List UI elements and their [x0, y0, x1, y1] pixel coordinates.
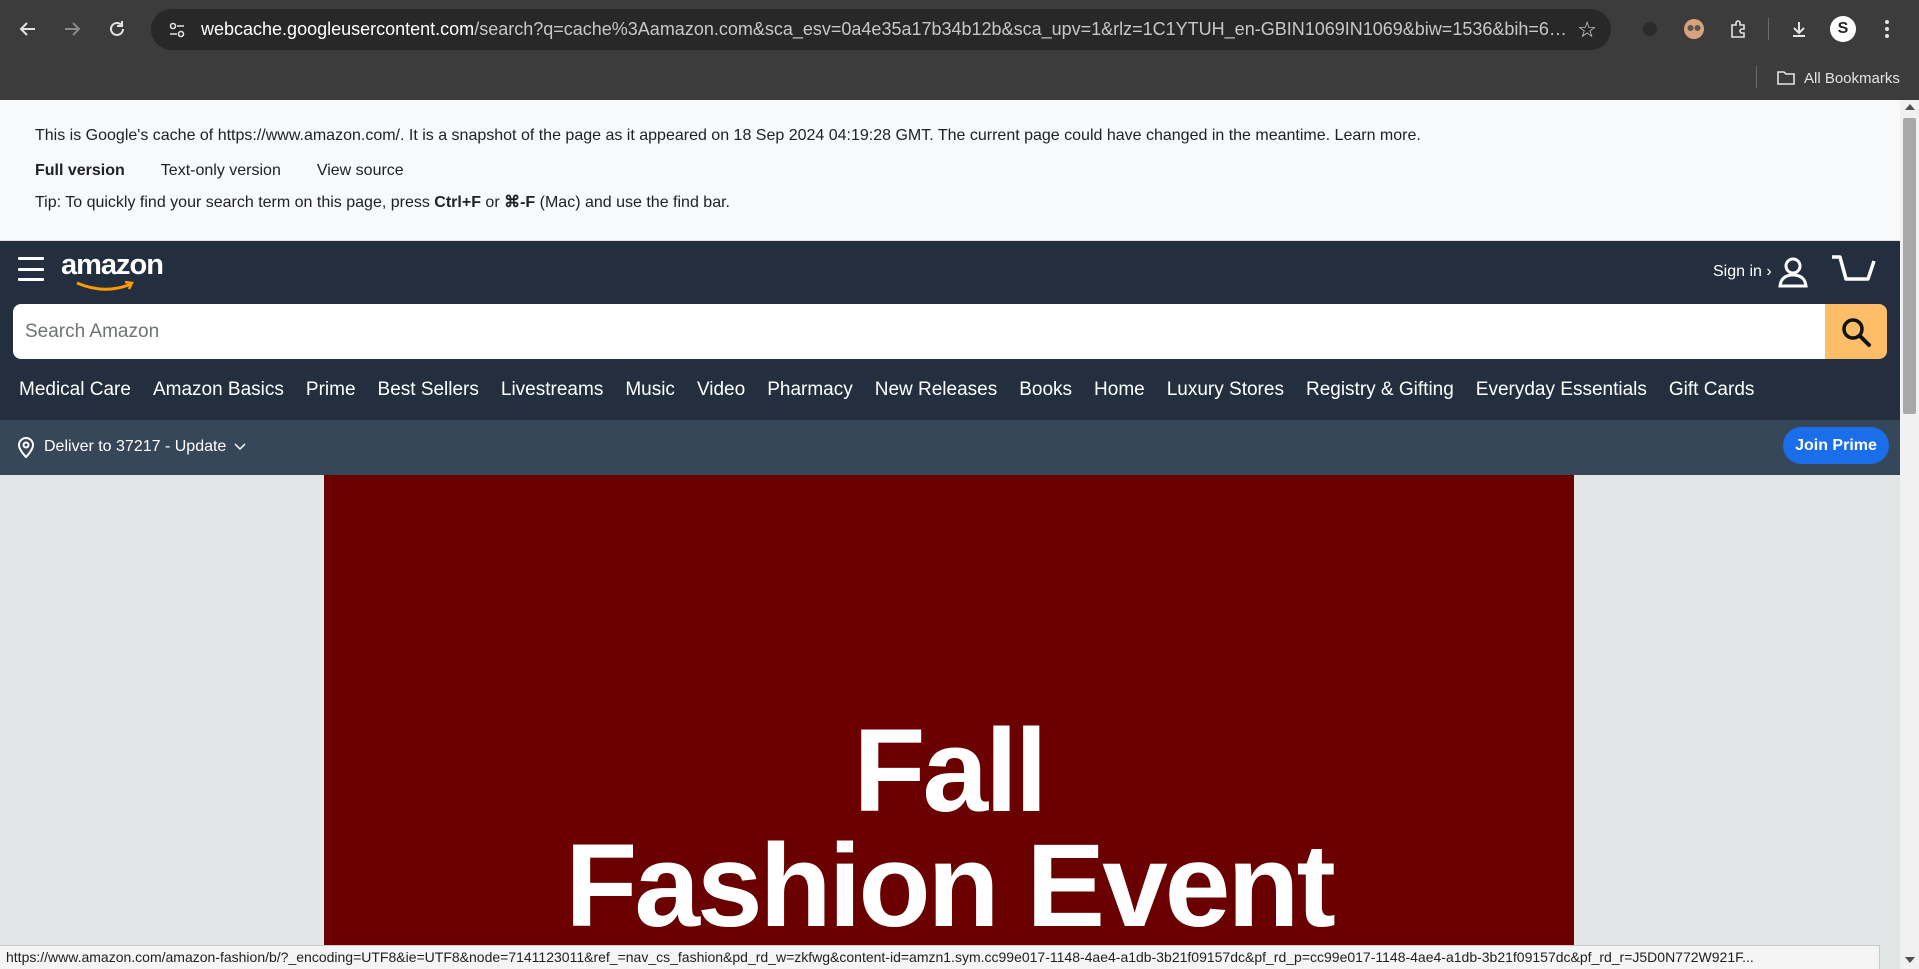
- profile-avatar: S: [1830, 16, 1856, 42]
- location-pin-icon: [17, 437, 35, 458]
- nav-link-luxury-stores[interactable]: Luxury Stores: [1167, 379, 1284, 401]
- profile-button[interactable]: S: [1823, 9, 1863, 49]
- sign-in-link[interactable]: Sign in ›: [1713, 263, 1772, 281]
- tip-prefix: Tip: To quickly find your search term on…: [35, 194, 435, 211]
- url-path: /search?q=cache%3Aamazon.com&sca_esv=0a4…: [474, 19, 1571, 39]
- search-icon: [1842, 317, 1871, 347]
- arrow-right-icon: [65, 22, 81, 36]
- browser-window: webcache.googleusercontent.com/search?q=…: [0, 0, 1919, 969]
- toolbar-divider: [1768, 18, 1769, 40]
- link-status-bar: https://www.amazon.com/amazon-fashion/b/…: [0, 945, 1880, 969]
- nav-link-home[interactable]: Home: [1094, 379, 1145, 401]
- extensions-puzzle-icon[interactable]: [1718, 9, 1758, 49]
- extension-glasses-icon[interactable]: [1674, 9, 1714, 49]
- join-prime-button[interactable]: Join Prime: [1783, 427, 1889, 464]
- cache-description: This is Google's cache of https://www.am…: [35, 127, 1421, 144]
- amazon-logo[interactable]: amazon: [61, 249, 171, 291]
- menu-kebab-icon[interactable]: [1867, 9, 1907, 49]
- deliver-bar: Deliver to 37217 - Update: [0, 420, 1900, 475]
- cache-version-links: Full version Text-only version View sour…: [35, 162, 404, 180]
- deliver-text: Deliver to 37217 - Update: [44, 438, 227, 455]
- nav-link-everyday-essentials[interactable]: Everyday Essentials: [1476, 379, 1647, 401]
- hero-banner[interactable]: Fall Fashion Event: [324, 475, 1574, 969]
- bookmark-star-icon[interactable]: ☆: [1577, 17, 1597, 43]
- bookmarks-divider: [1756, 66, 1757, 88]
- page-scrollbar[interactable]: [1900, 100, 1919, 969]
- url-text[interactable]: webcache.googleusercontent.com/search?q=…: [201, 19, 1571, 40]
- hero-title-line2: Fashion Event: [565, 820, 1335, 952]
- chevron-down-icon: [234, 443, 246, 451]
- reload-icon: [110, 21, 124, 36]
- download-icon[interactable]: [1779, 9, 1819, 49]
- view-source-link[interactable]: View source: [317, 162, 404, 180]
- all-bookmarks-label: All Bookmarks: [1804, 69, 1900, 87]
- reload-button[interactable]: [95, 7, 139, 51]
- nav-link-gift-cards[interactable]: Gift Cards: [1669, 379, 1755, 401]
- address-bar[interactable]: webcache.googleusercontent.com/search?q=…: [151, 9, 1611, 50]
- tip-suffix: (Mac) and use the find bar.: [535, 194, 730, 211]
- nav-link-books[interactable]: Books: [1019, 379, 1072, 401]
- amazon-smile-icon: [76, 281, 134, 291]
- toolbar-actions: S: [1630, 9, 1907, 49]
- back-button[interactable]: [6, 7, 50, 51]
- cache-tip: Tip: To quickly find your search term on…: [35, 192, 730, 212]
- url-host: webcache.googleusercontent.com: [201, 19, 475, 39]
- site-info-icon[interactable]: [157, 10, 197, 50]
- cart-icon[interactable]: [1830, 253, 1878, 289]
- tip-or: or: [480, 194, 505, 211]
- amazon-logo-text: amazon: [61, 249, 164, 281]
- search-input[interactable]: [13, 304, 1825, 359]
- browser-toolbar: webcache.googleusercontent.com/search?q=…: [0, 0, 1919, 58]
- nav-link-best-sellers[interactable]: Best Sellers: [378, 379, 479, 401]
- nav-link-music[interactable]: Music: [625, 379, 675, 401]
- nav-link-livestreams[interactable]: Livestreams: [501, 379, 603, 401]
- deliver-location[interactable]: Deliver to 37217 - Update: [16, 436, 246, 458]
- folder-icon: [1777, 71, 1795, 85]
- scroll-thumb[interactable]: [1903, 118, 1916, 414]
- full-version-link[interactable]: Full version: [35, 162, 125, 180]
- forward-button[interactable]: [50, 7, 94, 51]
- nav-link-registry-gifting[interactable]: Registry & Gifting: [1306, 379, 1454, 401]
- nav-link-medical-care[interactable]: Medical Care: [19, 379, 131, 401]
- nav-link-new-releases[interactable]: New Releases: [875, 379, 998, 401]
- search-button[interactable]: [1825, 304, 1887, 359]
- text-only-version-link[interactable]: Text-only version: [161, 162, 281, 180]
- search-row: [0, 304, 1900, 359]
- extension-dark-icon[interactable]: [1630, 9, 1670, 49]
- amazon-nav-links: Medical Care Amazon Basics Prime Best Se…: [0, 359, 1900, 420]
- scroll-down-arrow-icon[interactable]: [1905, 957, 1915, 963]
- nav-link-amazon-basics[interactable]: Amazon Basics: [153, 379, 284, 401]
- search-box: [13, 304, 1825, 359]
- nav-link-video[interactable]: Video: [697, 379, 745, 401]
- bookmarks-bar: All Bookmarks: [0, 58, 1919, 100]
- scroll-up-arrow-icon[interactable]: [1905, 104, 1915, 110]
- nav-link-prime[interactable]: Prime: [306, 379, 356, 401]
- arrow-left-icon: [19, 22, 35, 36]
- tip-key-cmd-f: ⌘-F: [504, 194, 536, 211]
- tip-key-ctrl-f: Ctrl+F: [434, 194, 481, 211]
- hamburger-menu-icon[interactable]: [18, 257, 44, 281]
- all-bookmarks-button[interactable]: All Bookmarks: [1776, 64, 1900, 92]
- user-icon[interactable]: [1777, 256, 1809, 288]
- nav-link-pharmacy[interactable]: Pharmacy: [767, 379, 853, 401]
- amazon-header: amazon Sign in ›: [0, 241, 1900, 304]
- cache-banner: This is Google's cache of https://www.am…: [0, 100, 1900, 241]
